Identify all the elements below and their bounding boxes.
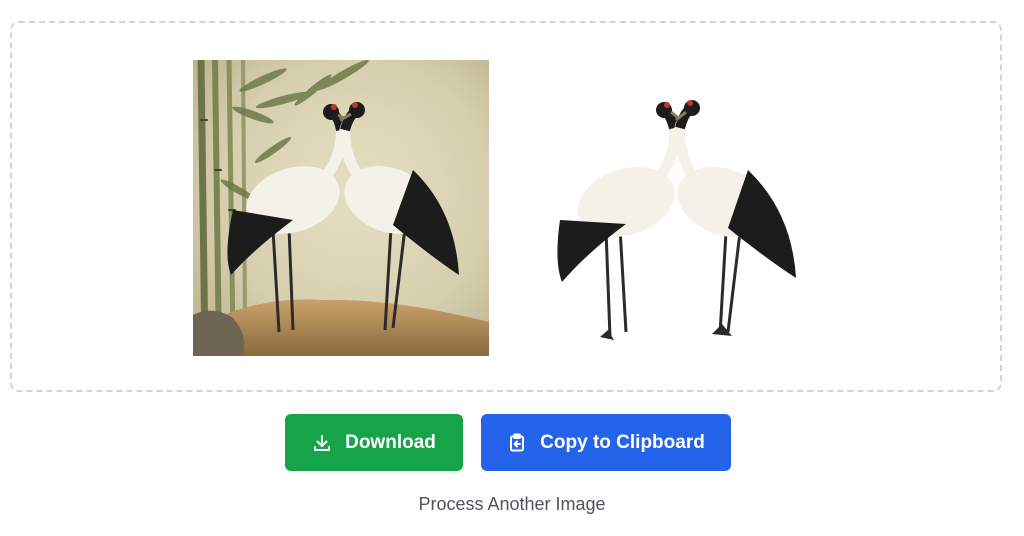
process-another-image-link[interactable]: Process Another Image (0, 494, 1024, 515)
download-button-label: Download (345, 431, 436, 453)
result-image (540, 92, 810, 342)
clipboard-icon (507, 433, 527, 453)
original-image (193, 60, 489, 356)
download-icon (312, 433, 332, 453)
download-button[interactable]: Download (285, 414, 463, 471)
copy-to-clipboard-button[interactable]: Copy to Clipboard (481, 414, 731, 471)
copy-button-label: Copy to Clipboard (540, 431, 705, 453)
image-preview-panel (10, 21, 1002, 392)
